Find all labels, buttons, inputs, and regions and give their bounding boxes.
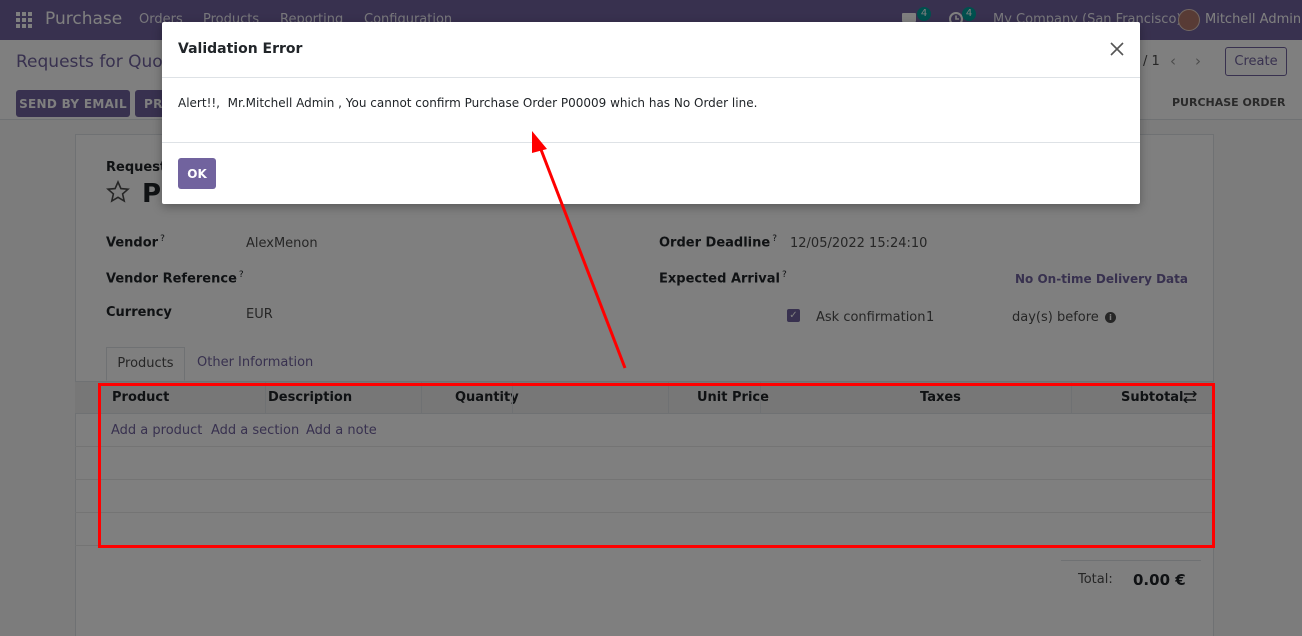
dialog-message: Alert!!, Mr.Mitchell Admin , You cannot … [178, 96, 758, 110]
dialog-header: Validation Error [162, 22, 1140, 78]
highlight-rectangle [98, 383, 1215, 548]
ok-button[interactable]: OK [178, 158, 216, 189]
close-icon[interactable] [1109, 41, 1125, 57]
dialog-title: Validation Error [178, 41, 303, 57]
dialog-footer-divider [162, 142, 1140, 143]
validation-error-dialog: Validation Error Alert!!, Mr.Mitchell Ad… [162, 22, 1140, 204]
